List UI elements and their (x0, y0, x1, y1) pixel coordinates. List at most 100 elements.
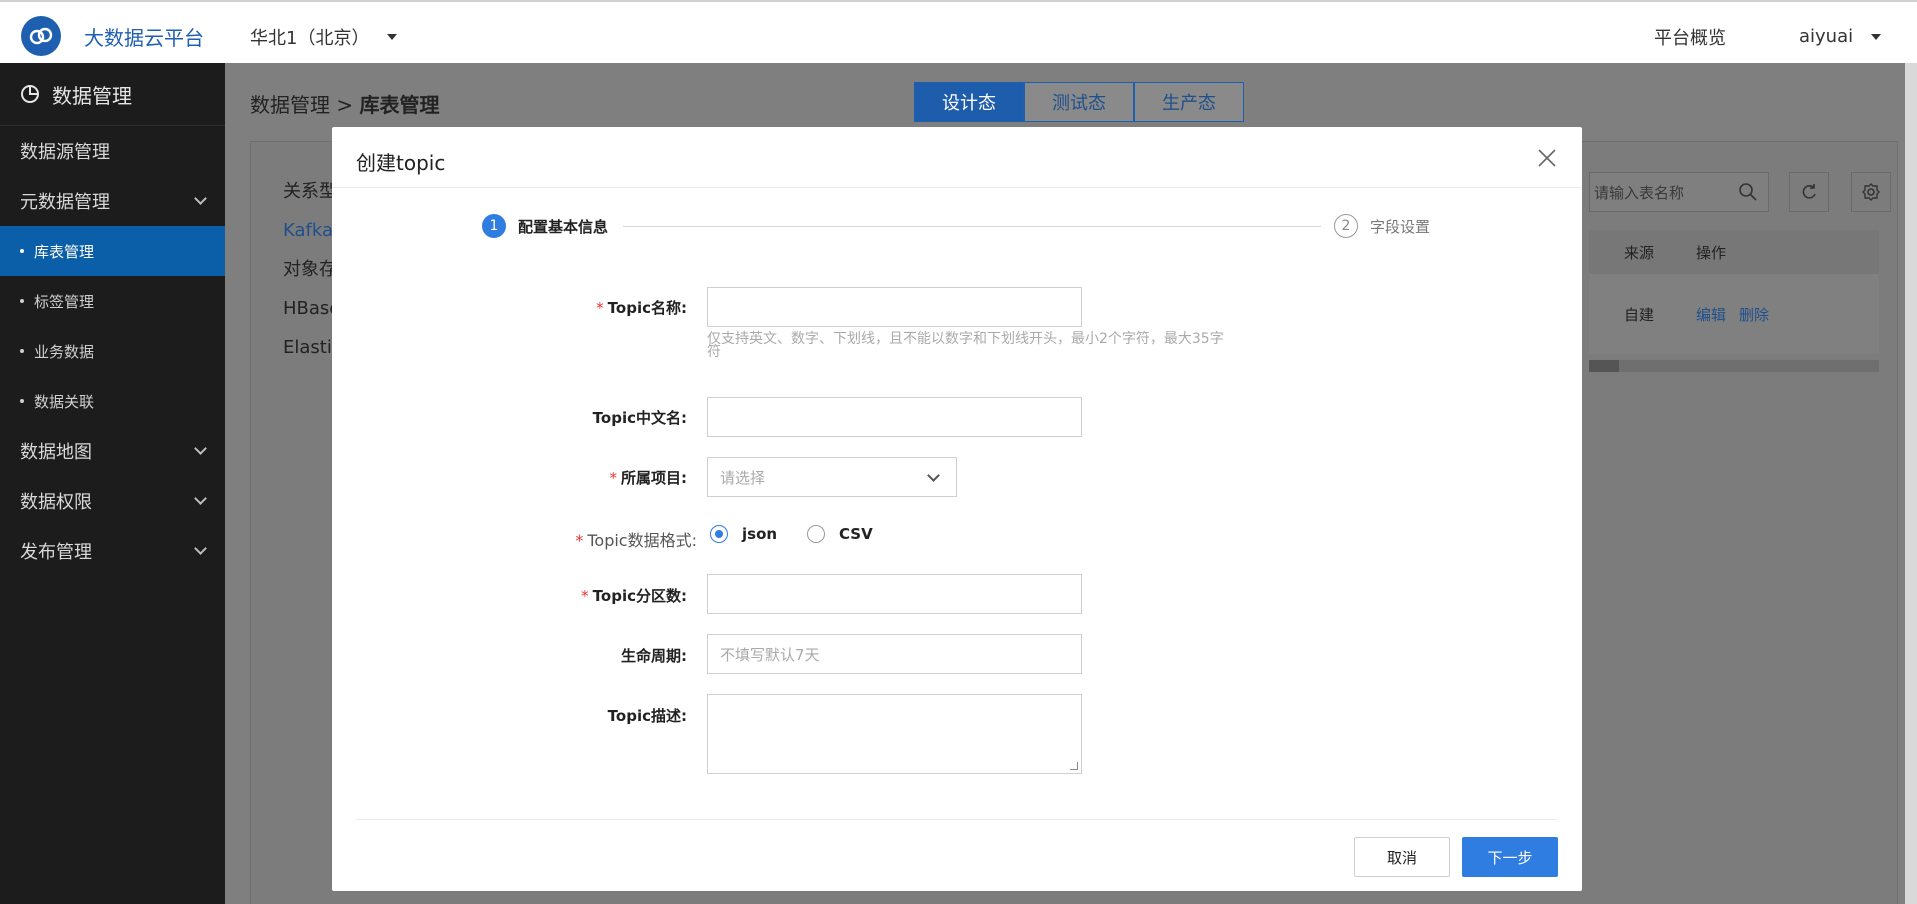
sidebar-item-business-data[interactable]: 业务数据 (0, 326, 225, 376)
description-label: Topic描述: (607, 707, 687, 725)
chevron-down-icon (194, 192, 207, 205)
delete-link[interactable]: 删除 (1739, 304, 1769, 325)
column-actions: 操作 (1696, 244, 1727, 262)
radio-label: CSV (839, 525, 873, 543)
project-label: * 所属项目: (432, 467, 688, 488)
column-source: 来源 (1624, 244, 1655, 262)
caret-down-icon (387, 34, 398, 40)
topic-cn-name-input[interactable] (707, 397, 1082, 437)
caret-down-icon (1871, 33, 1882, 40)
sidebar-item-metadata[interactable]: 元数据管理 (0, 176, 225, 226)
topic-name-label: * Topic名称: (432, 297, 687, 318)
sidebar-item-label: 数据权限 (20, 492, 92, 513)
page-vertical-scrollbar[interactable] (1905, 63, 1917, 904)
label-text: Topic数据格式: (587, 531, 697, 550)
chevron-down-icon (194, 442, 207, 455)
gear-icon (1862, 183, 1880, 201)
create-topic-dialog: 创建topic 1 配置基本信息 2 字段设置 * Topic名称: 仅支持英文、… (332, 127, 1582, 891)
refresh-button[interactable] (1789, 172, 1829, 212)
search-icon (1739, 183, 1757, 201)
table-row: 自建 编辑 删除 (1589, 274, 1879, 354)
sidebar-title: 数据管理 (52, 83, 132, 108)
format-option-csv[interactable]: CSV (807, 525, 873, 543)
sidebar-item-tag-management[interactable]: 标签管理 (0, 276, 225, 326)
sidebar-item-table-management[interactable]: 库表管理 (0, 226, 225, 276)
search-placeholder: 请输入表名称 (1594, 183, 1685, 202)
sidebar-item-data-permission[interactable]: 数据权限 (0, 476, 225, 526)
close-button[interactable] (1536, 147, 1558, 169)
close-icon (1538, 149, 1556, 167)
radio-checked-icon (710, 525, 728, 543)
dialog-title: 创建topic (356, 151, 446, 175)
label-text: Topic名称: (607, 299, 687, 317)
sidebar-item-label: 数据关联 (34, 392, 95, 411)
sidebar-item-label: 发布管理 (20, 542, 92, 563)
sidebar-header: 数据管理 (0, 63, 225, 126)
topic-name-hint: 仅支持英文、数字、下划线，且不能以数字和下划线开头，最小2个字符，最大35字符 (707, 331, 1224, 360)
cancel-button[interactable]: 取消 (1354, 837, 1450, 877)
tab-design-state[interactable]: 设计态 (914, 82, 1024, 122)
top-bar: 大数据云平台 华北1（北京） 平台概览 aiyuai (0, 0, 1917, 63)
sidebar-item-data-map[interactable]: 数据地图 (0, 426, 225, 476)
dialog-divider (332, 187, 1582, 188)
tab-production-state[interactable]: 生产态 (1134, 82, 1244, 122)
sidebar-item-datasource[interactable]: 数据源管理 (0, 126, 225, 176)
bullet-icon (20, 299, 24, 303)
pie-chart-icon (21, 85, 39, 103)
brand-name: 大数据云平台 (84, 26, 204, 50)
partitions-input[interactable] (707, 574, 1082, 614)
platform-logo-icon (21, 16, 61, 56)
sidebar-item-data-relation[interactable]: 数据关联 (0, 376, 225, 426)
sidebar-item-label: 库表管理 (34, 242, 95, 261)
settings-button[interactable] (1851, 172, 1891, 212)
region-label: 华北1（北京） (250, 28, 370, 49)
project-select[interactable]: 请选择 (707, 457, 957, 497)
format-label: * Topic数据格式: (432, 527, 697, 551)
table-horizontal-scrollbar[interactable] (1589, 360, 1879, 372)
tab-test-state[interactable]: 测试态 (1024, 82, 1134, 122)
scrollbar-thumb[interactable] (1589, 360, 1619, 372)
required-marker: * (596, 299, 604, 317)
label-text: 所属项目: (621, 469, 687, 487)
input-placeholder: 不填写默认7天 (720, 645, 820, 664)
step-connector (623, 226, 1321, 227)
platform-overview-link[interactable]: 平台概览 (1654, 24, 1726, 50)
next-step-button[interactable]: 下一步 (1462, 837, 1558, 877)
sidebar-item-label: 业务数据 (34, 342, 95, 361)
resize-handle-icon[interactable] (1070, 762, 1078, 770)
region-selector[interactable]: 华北1（北京） (250, 24, 398, 50)
radio-label: json (742, 525, 778, 543)
breadcrumb-current: 库表管理 (359, 93, 440, 117)
user-menu[interactable]: aiyuai (1799, 26, 1882, 47)
step-label: 配置基本信息 (518, 217, 609, 236)
format-option-json[interactable]: json (710, 525, 777, 543)
lifecycle-input[interactable]: 不填写默认7天 (707, 634, 1082, 674)
bullet-icon (20, 349, 24, 353)
sidebar-item-label: 标签管理 (34, 292, 95, 311)
step-basic-info: 1 配置基本信息 (482, 214, 608, 238)
select-placeholder: 请选择 (720, 468, 766, 487)
sidebar: 数据管理 数据源管理 元数据管理 库表管理 标签管理 业务数据 数据关联 数据地… (0, 63, 225, 904)
breadcrumb-parent[interactable]: 数据管理 (250, 93, 330, 117)
user-name: aiyuai (1799, 26, 1854, 47)
description-textarea[interactable] (707, 694, 1082, 774)
refresh-icon (1802, 184, 1816, 199)
chevron-down-icon (194, 542, 207, 555)
partitions-label: * Topic分区数: (432, 585, 687, 606)
table-search-input[interactable]: 请输入表名称 (1589, 172, 1769, 212)
cell-source: 自建 (1624, 306, 1655, 324)
state-switch: 设计态 测试态 生产态 (914, 82, 1244, 122)
table-header: 来源 操作 (1589, 230, 1879, 274)
topic-name-input[interactable] (707, 287, 1082, 327)
sidebar-item-label: 数据源管理 (20, 142, 110, 163)
breadcrumb-separator: > (336, 93, 354, 117)
edit-link[interactable]: 编辑 (1696, 304, 1726, 325)
radio-unchecked-icon (807, 525, 825, 543)
sidebar-item-publish[interactable]: 发布管理 (0, 526, 225, 576)
chevron-down-icon (194, 492, 207, 505)
lifecycle-label: 生命周期: (621, 647, 687, 665)
sidebar-item-label: 数据地图 (20, 442, 92, 463)
label-text: Topic分区数: (592, 587, 687, 605)
step-label: 字段设置 (1370, 217, 1431, 236)
topic-cn-name-label: Topic中文名: (592, 409, 687, 427)
